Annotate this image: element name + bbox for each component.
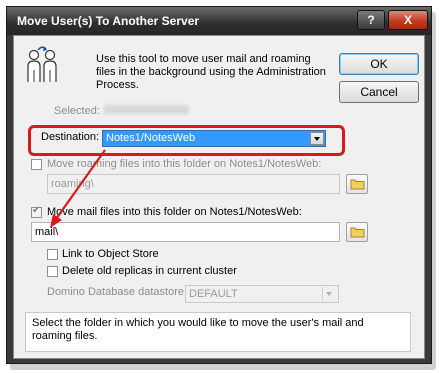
folder-icon	[350, 179, 365, 190]
datastore-label: Domino Database datastore:	[47, 286, 188, 298]
roaming-browse-button[interactable]	[346, 174, 368, 194]
hint-text: Select the folder in which you would lik…	[32, 317, 364, 342]
chevron-down-icon[interactable]	[310, 132, 324, 145]
mail-checkbox[interactable]	[31, 205, 42, 218]
destination-select[interactable]: Notes1/NotesWeb	[102, 130, 326, 147]
destination-label: Destination:	[41, 131, 100, 143]
users-move-icon	[24, 44, 60, 84]
link-object-store-label: Link to Object Store	[62, 248, 159, 260]
selected-label: Selected:	[54, 105, 100, 117]
datastore-select[interactable]: DEFAULT	[185, 285, 339, 303]
dialog-body: Use this tool to move user mail and roam…	[13, 35, 425, 359]
window-title: Move User(s) To Another Server	[17, 14, 200, 28]
selected-value-redacted	[104, 105, 189, 114]
delete-replicas-checkbox[interactable]	[47, 266, 58, 277]
mail-checkbox-label: Move mail files into this folder on Note…	[47, 206, 302, 218]
datastore-value: DEFAULT	[189, 288, 238, 300]
title-bar[interactable]: Move User(s) To Another Server ? X	[7, 7, 431, 35]
link-object-store-checkbox[interactable]	[47, 249, 58, 260]
intro-text: Use this tool to move user mail and roam…	[96, 53, 326, 91]
close-button[interactable]: X	[388, 10, 428, 30]
destination-value: Notes1/NotesWeb	[106, 132, 196, 144]
mail-folder-field[interactable]: mail\	[31, 222, 340, 242]
roaming-checkbox-label: Move roaming files into this folder on N…	[47, 158, 322, 170]
cancel-button[interactable]: Cancel	[339, 81, 419, 103]
help-button[interactable]: ?	[357, 10, 385, 30]
chevron-down-icon[interactable]	[322, 287, 337, 301]
mail-browse-button[interactable]	[346, 222, 368, 242]
delete-replicas-label: Delete old replicas in current cluster	[62, 265, 237, 277]
roaming-folder-field[interactable]: roaming\	[47, 174, 340, 194]
roaming-checkbox[interactable]	[31, 159, 42, 170]
dialog-window: Move User(s) To Another Server ? X Use t…	[6, 6, 432, 364]
ok-button[interactable]: OK	[339, 53, 419, 75]
folder-icon	[350, 227, 365, 238]
hint-box: Select the folder in which you would lik…	[25, 312, 411, 352]
